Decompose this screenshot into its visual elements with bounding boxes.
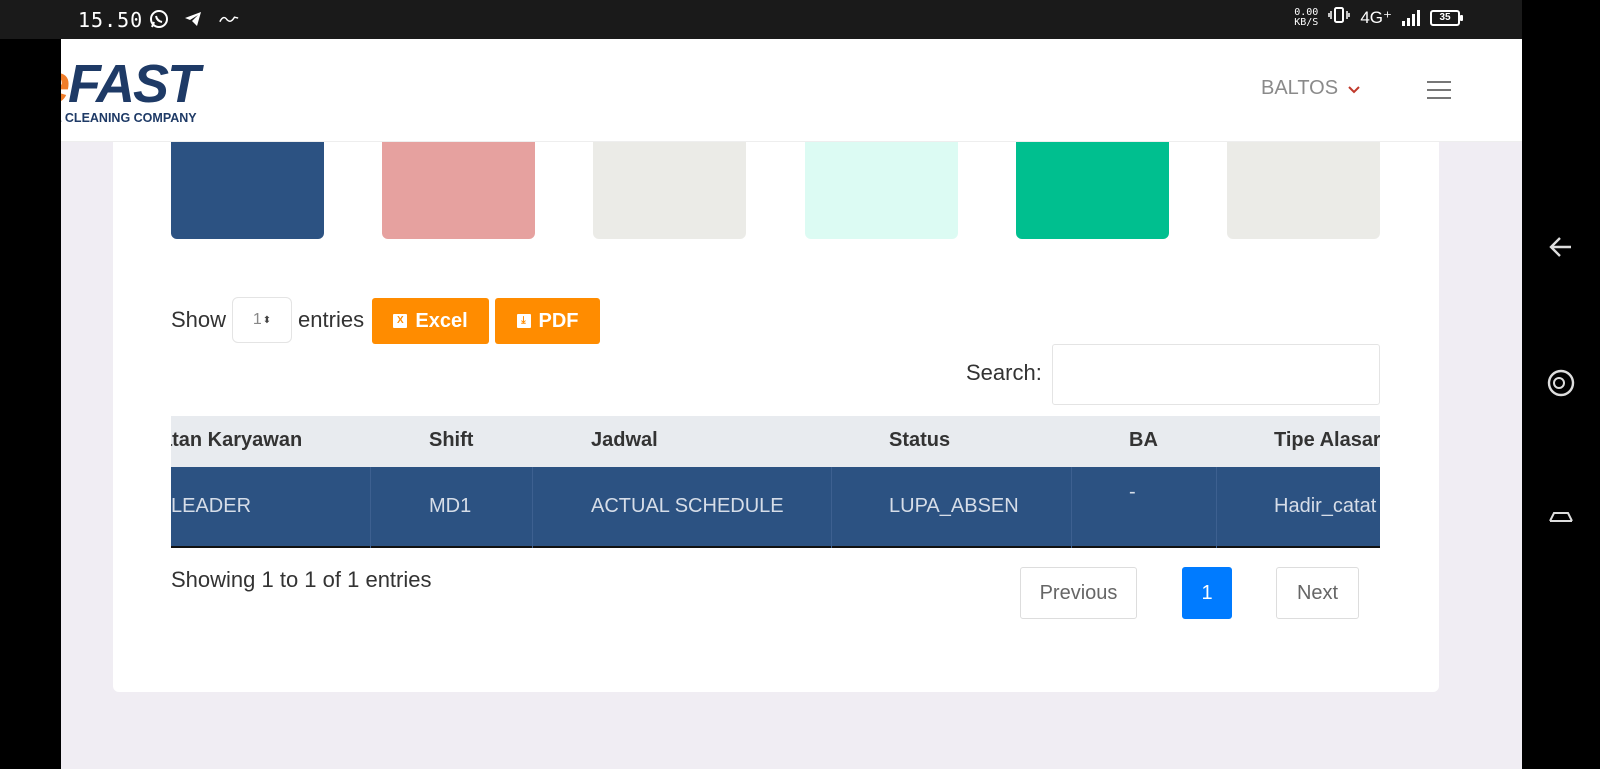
swatch-card-1[interactable] [171, 142, 324, 239]
excel-button[interactable]: X Excel [372, 298, 489, 344]
sort-arrows-icon: ⬍ [262, 314, 272, 326]
excel-icon: X [393, 314, 408, 328]
swatch-card-4[interactable] [805, 142, 958, 239]
whatsapp-icon [148, 8, 170, 30]
next-button[interactable]: Next [1276, 567, 1359, 619]
cell-jabatan: LEADER [171, 495, 252, 517]
search-label: Search: [966, 360, 1042, 385]
vibrate-icon [1328, 7, 1351, 28]
recents-icon[interactable] [1542, 498, 1580, 536]
user-name: BALTOS [1261, 77, 1339, 99]
status-bar: 15.50 0.00 KB/S 4G⁺ 35 [0, 0, 1600, 39]
col-header-jabatan[interactable]: atan Karyawan [171, 429, 302, 452]
home-icon[interactable] [1542, 364, 1580, 402]
data-table: atan Karyawan Shift Jadwal Status BA Tip… [171, 416, 1380, 548]
swatch-card-3[interactable] [593, 142, 746, 239]
network-type: 4G⁺ [1360, 7, 1392, 27]
table-row[interactable]: LEADER MD1 ACTUAL SCHEDULE LUPA_ABSEN - … [171, 467, 1380, 548]
cell-status: LUPA_ABSEN [889, 495, 1019, 517]
telegram-icon [182, 8, 204, 30]
logo-tagline: AL CLEANING COMPANY [61, 111, 197, 125]
status-right: 0.00 KB/S 4G⁺ 35 [1294, 6, 1463, 28]
company-logo[interactable]: reFAST AL CLEANING COMPANY [61, 53, 271, 133]
net-speed: 0.00 KB/S [1294, 6, 1319, 28]
swatch-card-2[interactable] [382, 142, 535, 239]
clock: 15.50 [78, 8, 144, 32]
app-header: reFAST AL CLEANING COMPANY BALTOS [61, 39, 1522, 142]
previous-button[interactable]: Previous [1020, 567, 1137, 619]
left-black-strip [0, 39, 61, 769]
cell-tipe-alasan: Hadir_catat [1274, 495, 1377, 517]
col-header-shift[interactable]: Shift [429, 429, 473, 452]
cell-shift: MD1 [429, 495, 472, 517]
battery-icon: 35 [1430, 9, 1463, 26]
menu-icon[interactable] [1427, 81, 1451, 99]
signal-icon [1402, 9, 1420, 26]
pdf-button[interactable]: ⤓ PDF [495, 298, 600, 344]
entries-select[interactable]: 1 ⬍ [232, 297, 293, 343]
col-header-ba[interactable]: BA [1129, 429, 1158, 452]
cell-jadwal: ACTUAL SCHEDULE [591, 495, 784, 517]
col-header-status[interactable]: Status [889, 429, 950, 452]
col-header-tipe-alasan[interactable]: Tipe Alasar [1274, 429, 1380, 452]
swatch-card-5[interactable] [1016, 142, 1169, 239]
swatch-card-6[interactable] [1227, 142, 1380, 239]
content-card: Show 1 ⬍ entries X Excel ⤓ PDF Search: a… [113, 142, 1439, 692]
user-dropdown[interactable]: BALTOS [1261, 77, 1360, 100]
page-1-button[interactable]: 1 [1182, 567, 1232, 619]
show-entries: Show 1 ⬍ entries [171, 297, 364, 343]
entries-label: entries [298, 307, 365, 332]
cell-ba: - [1129, 481, 1136, 503]
app-viewport: reFAST AL CLEANING COMPANY BALTOS Show 1… [61, 39, 1522, 769]
chevron-down-icon [1348, 81, 1360, 97]
show-label: Show [171, 307, 227, 332]
table-header: atan Karyawan Shift Jadwal Status BA Tip… [171, 416, 1380, 467]
pdf-icon: ⤓ [516, 314, 531, 328]
back-arrow-icon[interactable] [1542, 228, 1580, 266]
col-header-jadwal[interactable]: Jadwal [591, 429, 658, 452]
system-nav-bar [1522, 0, 1600, 769]
app-notification-icon [218, 8, 240, 30]
table-info: Showing 1 to 1 of 1 entries [171, 567, 432, 592]
search-input[interactable] [1052, 344, 1380, 405]
